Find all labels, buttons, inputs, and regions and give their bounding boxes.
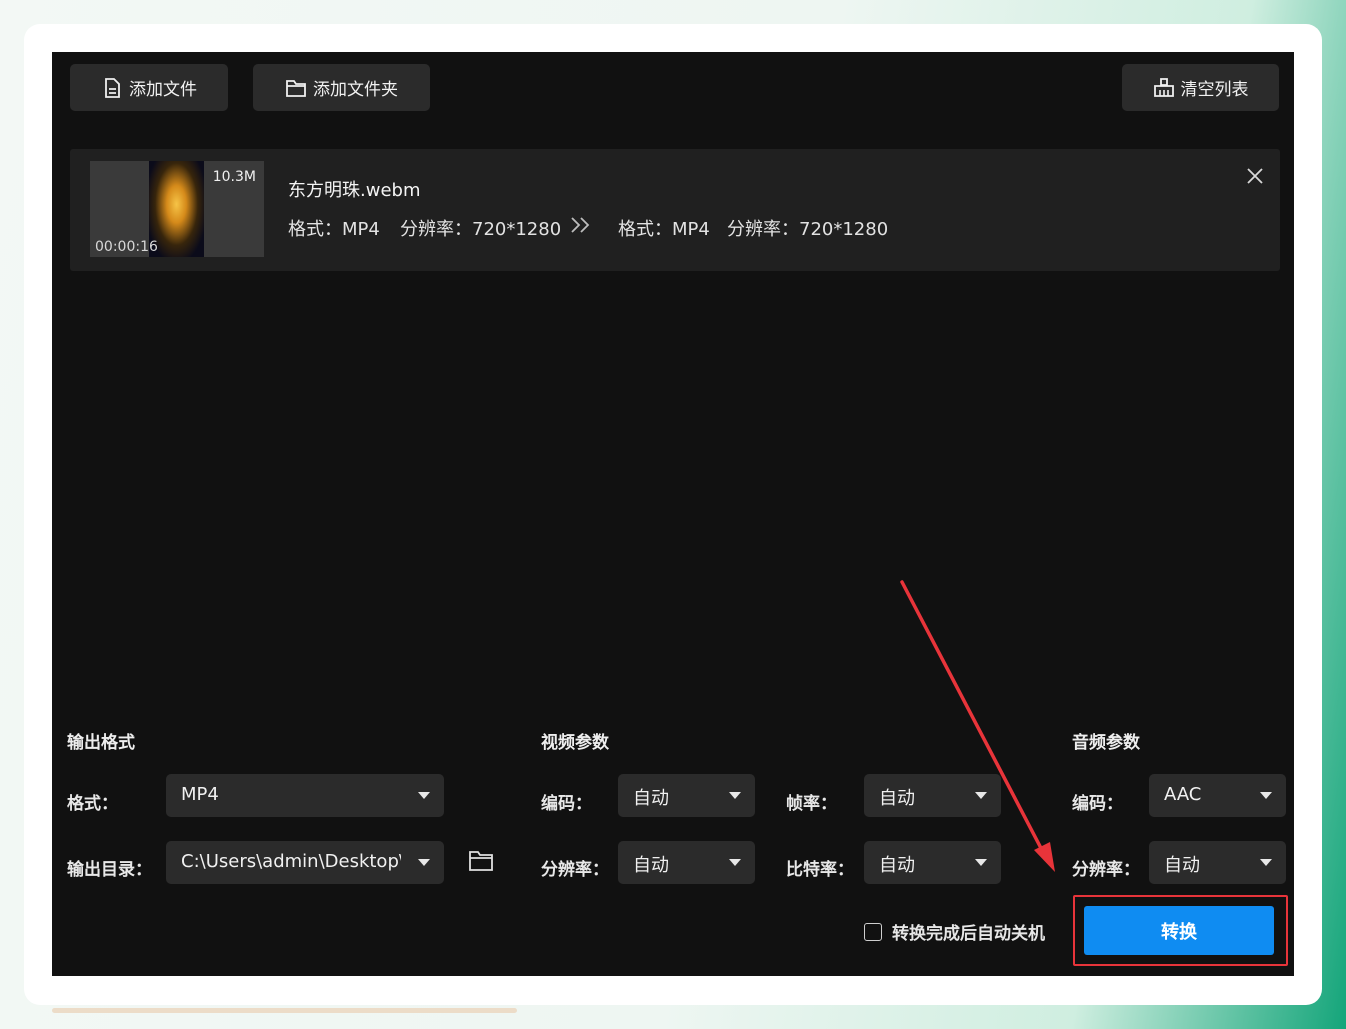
audio-resolution-select[interactable]: 自动 bbox=[1149, 841, 1286, 884]
caret-down-icon bbox=[975, 859, 987, 866]
video-params-title: 视频参数 bbox=[541, 733, 609, 753]
close-icon[interactable] bbox=[1246, 167, 1264, 185]
framerate-value: 自动 bbox=[879, 788, 915, 809]
auto-shutdown-option[interactable]: 转换完成后自动关机 bbox=[864, 919, 1045, 944]
audio-resolution-value: 自动 bbox=[1164, 855, 1200, 876]
add-file-button[interactable]: 添加文件 bbox=[70, 64, 228, 111]
video-codec-select[interactable]: 自动 bbox=[618, 774, 755, 817]
video-resolution-select[interactable]: 自动 bbox=[618, 841, 755, 884]
video-codec-value: 自动 bbox=[633, 788, 669, 809]
bitrate-select[interactable]: 自动 bbox=[864, 841, 1001, 884]
output-dir-value: C:\Users\admin\Desktop\: bbox=[181, 851, 401, 872]
output-dir-select[interactable]: C:\Users\admin\Desktop\: bbox=[166, 841, 444, 884]
file-icon bbox=[105, 77, 120, 98]
framerate-select[interactable]: 自动 bbox=[864, 774, 1001, 817]
convert-button[interactable]: 转换 bbox=[1084, 906, 1274, 955]
clear-list-label: 清空列表 bbox=[1180, 80, 1249, 100]
caret-down-icon bbox=[1260, 859, 1272, 866]
target-resolution: 分辨率：720*1280 bbox=[727, 219, 889, 240]
caret-down-icon bbox=[975, 792, 987, 799]
caret-down-icon bbox=[1260, 792, 1272, 799]
auto-shutdown-checkbox[interactable] bbox=[864, 922, 882, 941]
caret-down-icon bbox=[418, 859, 430, 866]
clear-list-button[interactable]: 清空列表 bbox=[1122, 64, 1279, 111]
file-name: 东方明珠.webm bbox=[288, 180, 421, 201]
convert-label: 转换 bbox=[1161, 921, 1197, 943]
video-thumbnail: 10.3M 00:00:16 bbox=[90, 161, 264, 257]
caret-down-icon bbox=[418, 792, 430, 799]
converter-app: 添加文件 添加文件夹 清空列表 10.3M 00:00:16 东方明珠.webm… bbox=[52, 52, 1294, 976]
audio-codec-value: AAC bbox=[1164, 784, 1202, 805]
auto-shutdown-label: 转换完成后自动关机 bbox=[892, 924, 1045, 944]
source-resolution: 分辨率：720*1280 bbox=[400, 219, 562, 240]
output-dir-label: 输出目录： bbox=[67, 860, 152, 880]
target-format: 格式：MP4 bbox=[618, 219, 710, 240]
audio-params-title: 音频参数 bbox=[1072, 733, 1140, 753]
open-folder-icon[interactable] bbox=[468, 849, 494, 873]
audio-resolution-label: 分辨率： bbox=[1072, 860, 1140, 880]
file-size: 10.3M bbox=[212, 169, 256, 185]
format-label: 格式： bbox=[67, 794, 118, 814]
audio-codec-select[interactable]: AAC bbox=[1149, 774, 1286, 817]
video-resolution-value: 自动 bbox=[633, 855, 669, 876]
format-select[interactable]: MP4 bbox=[166, 774, 444, 817]
video-duration: 00:00:16 bbox=[95, 239, 158, 255]
caret-down-icon bbox=[729, 792, 741, 799]
add-folder-label: 添加文件夹 bbox=[313, 80, 398, 100]
video-resolution-label: 分辨率： bbox=[541, 860, 609, 880]
file-list-item[interactable]: 10.3M 00:00:16 东方明珠.webm 格式：MP4 分辨率：720*… bbox=[70, 149, 1280, 271]
decorative-strip bbox=[52, 1008, 517, 1013]
bitrate-label: 比特率： bbox=[786, 860, 854, 880]
video-codec-label: 编码： bbox=[541, 794, 592, 814]
caret-down-icon bbox=[729, 859, 741, 866]
double-chevron-right-icon bbox=[571, 217, 590, 233]
folder-icon bbox=[286, 79, 306, 97]
audio-codec-label: 编码： bbox=[1072, 794, 1123, 814]
format-value: MP4 bbox=[181, 784, 219, 805]
bitrate-value: 自动 bbox=[879, 855, 915, 876]
source-format: 格式：MP4 bbox=[288, 219, 380, 240]
output-format-title: 输出格式 bbox=[67, 733, 135, 753]
add-file-label: 添加文件 bbox=[129, 80, 197, 100]
broom-icon bbox=[1153, 77, 1174, 97]
add-folder-button[interactable]: 添加文件夹 bbox=[253, 64, 430, 111]
framerate-label: 帧率： bbox=[786, 794, 837, 814]
